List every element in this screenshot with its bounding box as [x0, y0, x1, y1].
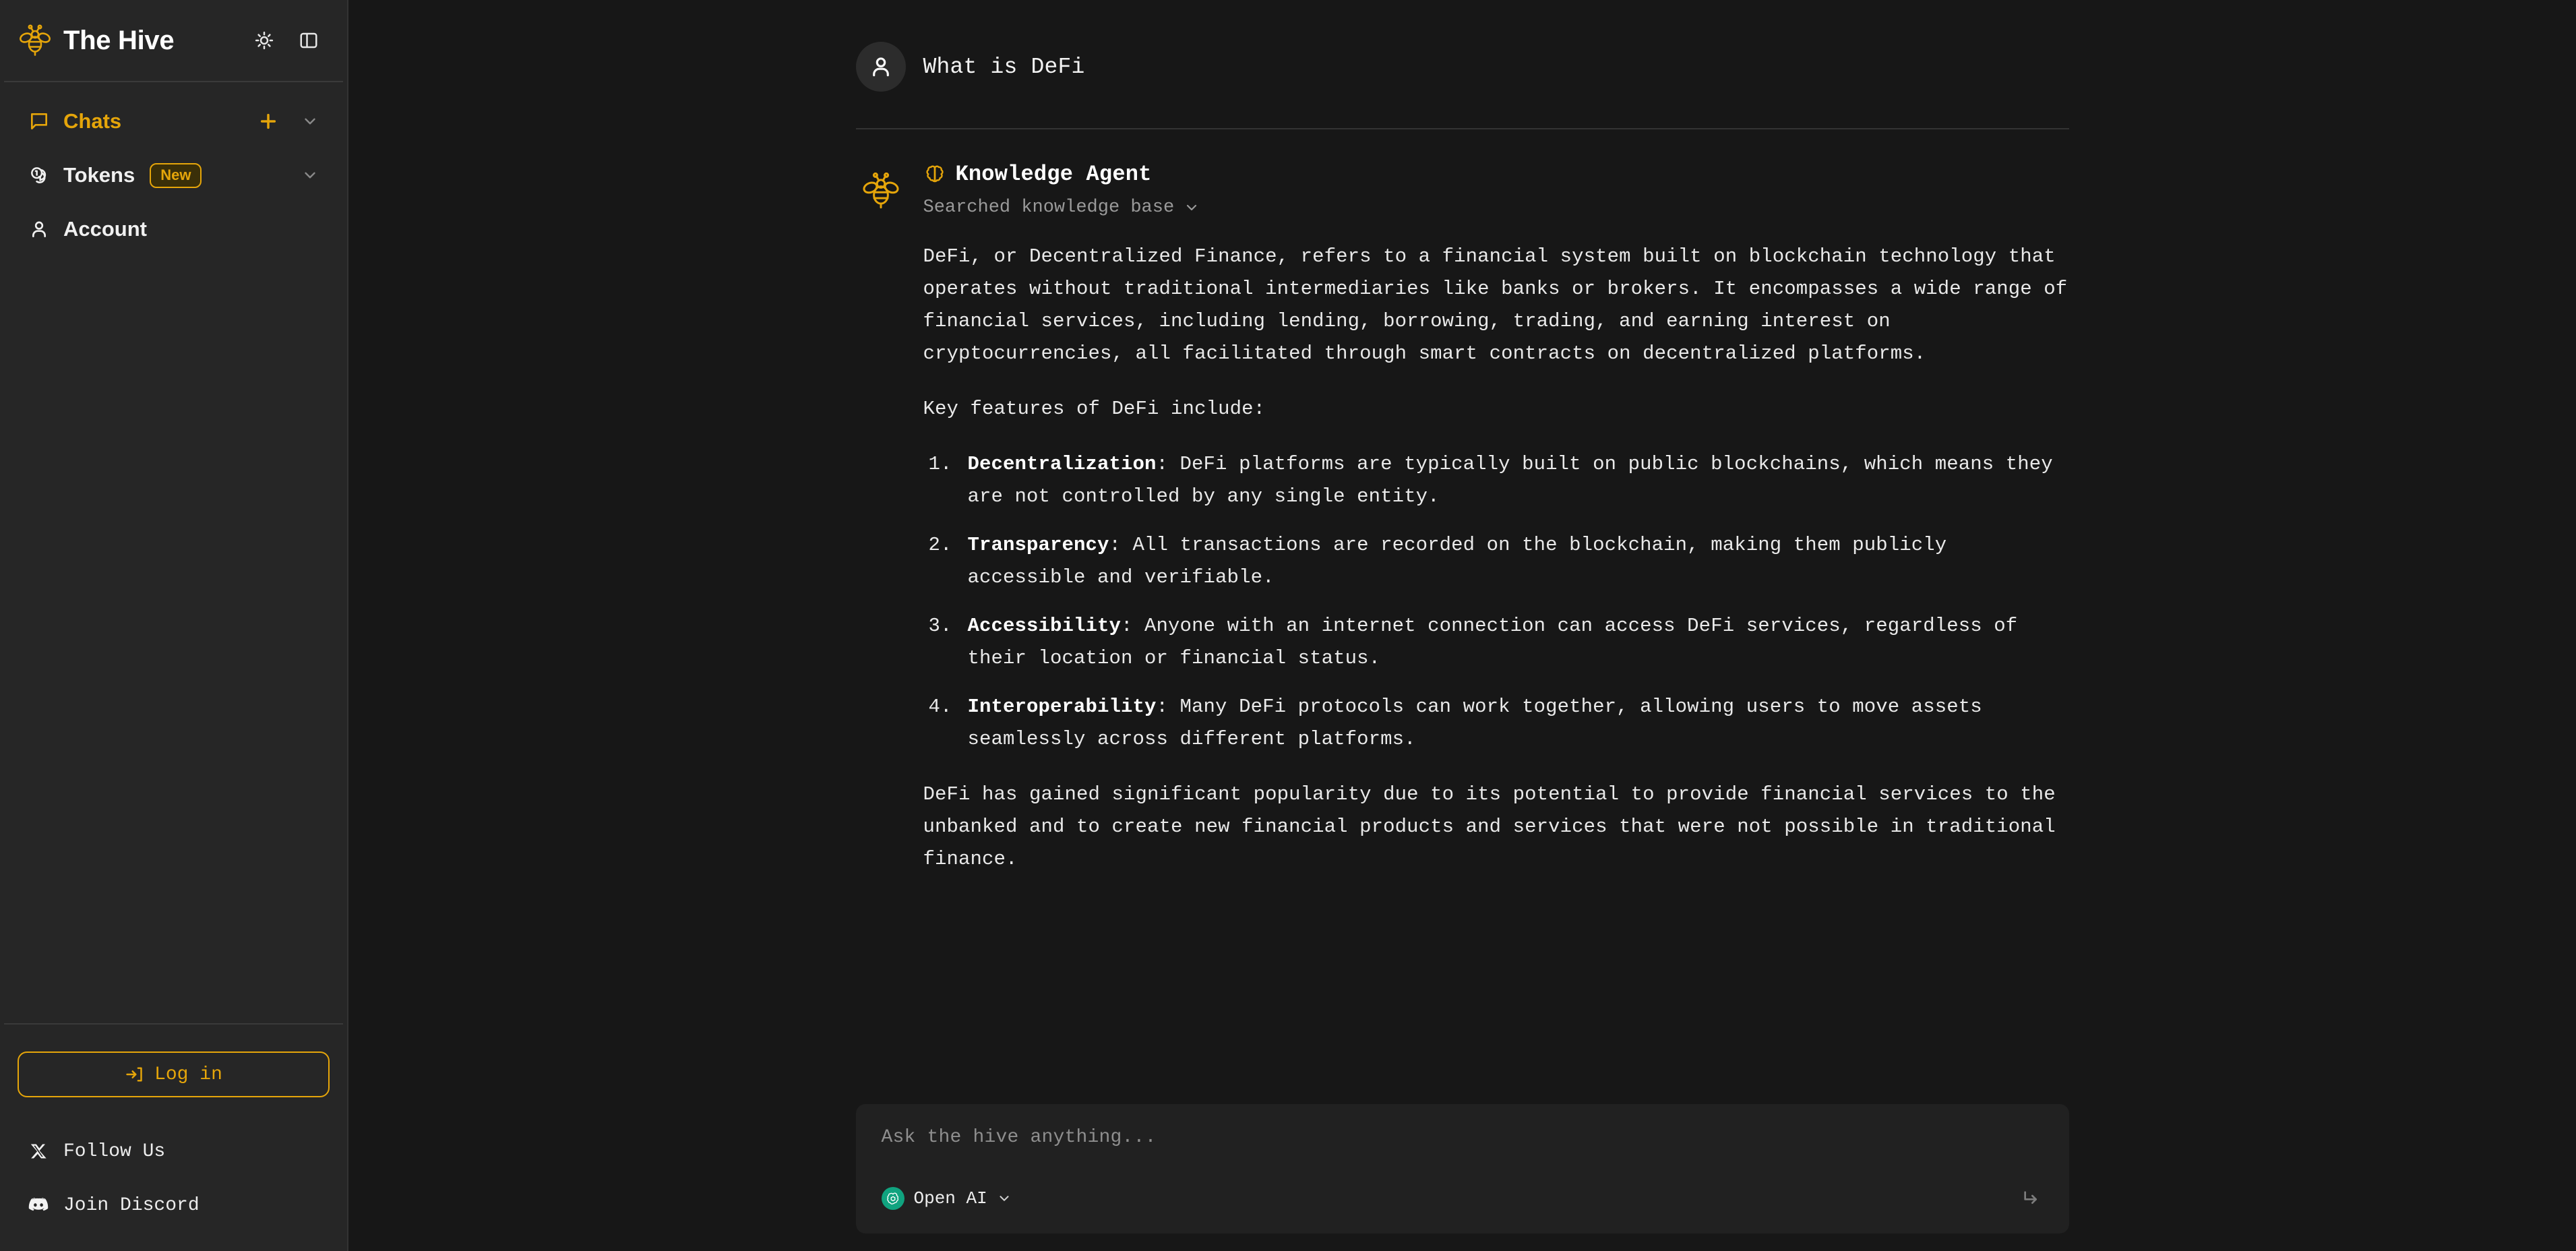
sidebar: The Hive Chats	[0, 0, 348, 1251]
chat-input[interactable]: Ask the hive anything...	[882, 1127, 2044, 1148]
list-item: 4.Interoperability: Many DeFi protocols …	[923, 691, 2069, 756]
chevron-down-icon	[1184, 200, 1200, 216]
tokens-new-badge: New	[150, 163, 202, 188]
tool-status-label: Searched knowledge base	[923, 197, 1175, 218]
user-message: What is DeFi	[856, 42, 2069, 128]
list-item: 2. Transparency: All transactions are rec…	[923, 529, 2069, 594]
sidebar-item-tokens[interactable]: Tokens New	[0, 148, 347, 202]
agent-name: Knowledge Agent	[956, 162, 1152, 187]
bee-icon	[856, 166, 906, 216]
model-name: Open AI	[914, 1188, 987, 1209]
chats-actions	[257, 110, 320, 133]
join-discord-label: Join Discord	[63, 1195, 200, 1216]
brand-title: The Hive	[63, 26, 174, 56]
follow-us-link[interactable]: Follow Us	[0, 1124, 347, 1178]
list-item-term: Interoperability	[968, 696, 1157, 718]
user-icon	[27, 217, 51, 241]
tokens-chevron-down-icon[interactable]	[300, 165, 320, 185]
chats-chevron-down-icon[interactable]	[300, 111, 320, 131]
main-content: What is DeFi	[348, 0, 2576, 1251]
sidebar-item-account-label: Account	[63, 217, 147, 241]
composer-toolbar: Open AI	[882, 1186, 2044, 1211]
agent-message-body: Knowledge Agent Searched knowledge base …	[923, 162, 2069, 876]
bee-icon	[18, 23, 53, 58]
sidebar-item-chats-label: Chats	[63, 109, 121, 133]
tool-status-toggle[interactable]: Searched knowledge base	[923, 197, 1200, 218]
sidebar-nav: Chats	[0, 82, 347, 256]
list-item-term: Accessibility	[968, 615, 1122, 637]
x-twitter-icon	[27, 1140, 50, 1163]
user-avatar-icon	[856, 42, 906, 92]
login-arrow-icon	[125, 1065, 144, 1084]
list-item-number: 2.	[929, 529, 952, 561]
list-item-number: 3.	[929, 610, 952, 642]
panel-left-icon[interactable]	[297, 29, 320, 52]
sidebar-footer: Log in Follow Us Join Discord	[0, 1023, 347, 1251]
list-item-term: Decentralization	[968, 453, 1157, 475]
composer-zone: Ask the hive anything... Open AI	[348, 1104, 2576, 1251]
sidebar-footer-divider	[4, 1023, 343, 1025]
conversation: What is DeFi	[856, 0, 2069, 876]
join-discord-link[interactable]: Join Discord	[0, 1178, 347, 1232]
model-chevron-down-icon	[997, 1191, 1012, 1206]
sidebar-header-actions	[253, 29, 320, 52]
list-item-number: 4.	[929, 691, 952, 723]
list-item-desc: : Anyone with an internet connection can…	[968, 615, 2018, 669]
features-list: 1.Decentralization: DeFi platforms are t…	[923, 448, 2069, 756]
login-button[interactable]: Log in	[18, 1051, 330, 1097]
list-item-desc: : All transactions are recorded on the b…	[968, 534, 1947, 588]
model-selector[interactable]: Open AI	[882, 1187, 1012, 1210]
list-item-number: 1.	[929, 448, 952, 481]
sidebar-item-account[interactable]: Account	[0, 202, 347, 256]
sidebar-header: The Hive	[0, 0, 347, 81]
agent-message: Knowledge Agent Searched knowledge base …	[856, 129, 2069, 876]
follow-us-label: Follow Us	[63, 1141, 165, 1162]
send-button[interactable]	[2019, 1186, 2044, 1211]
agent-name-row: Knowledge Agent	[923, 162, 2069, 187]
chat-bubble-icon	[27, 109, 51, 133]
user-message-text: What is DeFi	[923, 55, 1085, 80]
discord-icon	[27, 1194, 50, 1217]
tokens-actions	[300, 165, 320, 185]
list-item: 1.Decentralization: DeFi platforms are t…	[923, 448, 2069, 513]
sidebar-item-tokens-label: Tokens	[63, 163, 135, 187]
sun-icon[interactable]	[253, 29, 276, 52]
brain-icon	[923, 163, 946, 186]
new-chat-button[interactable]	[257, 110, 280, 133]
intro-paragraph: DeFi, or Decentralized Finance, refers t…	[923, 241, 2069, 370]
list-lead-in: Key features of DeFi include:	[923, 393, 2069, 425]
list-item: 3. Accessibility: Anyone with an internet…	[923, 610, 2069, 675]
coins-icon	[27, 163, 51, 187]
list-item-term: Transparency	[968, 534, 1109, 556]
login-button-label: Log in	[154, 1064, 222, 1085]
sidebar-item-chats[interactable]: Chats	[0, 94, 347, 148]
openai-logo-icon	[882, 1187, 904, 1210]
sidebar-spacer	[0, 256, 347, 1023]
composer[interactable]: Ask the hive anything... Open AI	[856, 1104, 2069, 1233]
closing-paragraph: DeFi has gained significant popularity d…	[923, 779, 2069, 876]
